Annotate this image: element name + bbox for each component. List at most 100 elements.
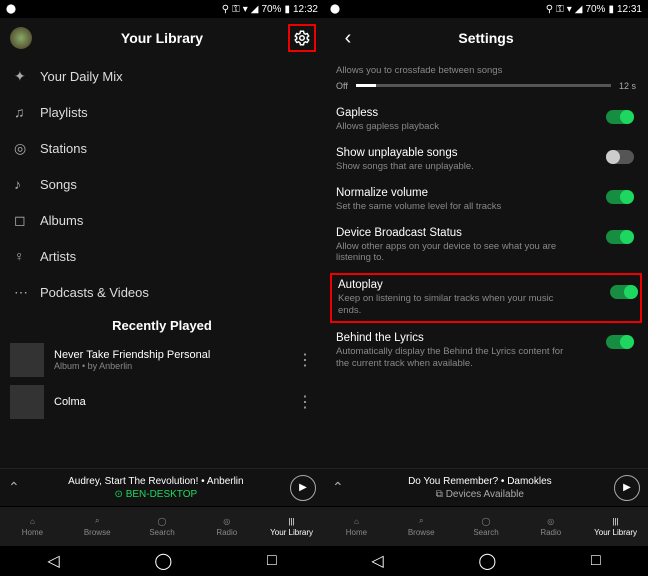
now-playing-bar[interactable]: ⌃ Audrey, Start The Revolution! • Anberl… [0,468,324,506]
android-nav: ◁ ◯ □ [0,546,324,576]
setting-label: Normalize volume [336,187,636,199]
back-icon[interactable]: ◁ [47,551,59,571]
home-icon[interactable]: ◯ [478,551,496,571]
library-item-5[interactable]: ♀Artists [0,238,324,274]
menu-icon: ◎ [14,140,40,157]
back-icon[interactable]: ◁ [371,551,383,571]
recent-sub: Album • by Anberlin [54,361,210,371]
recents-icon[interactable]: □ [267,552,277,570]
menu-label: Stations [40,141,87,156]
menu-label: Your Daily Mix [40,69,123,84]
more-icon[interactable]: ⋮ [297,392,314,412]
tab-label: Browse [84,528,111,537]
toggle[interactable] [606,335,634,349]
tab-label: Your Library [594,528,637,537]
gear-icon [293,29,311,47]
back-button[interactable]: ‹ [334,24,362,52]
spotify-icon [330,4,340,14]
toggle[interactable] [610,285,638,299]
tab-radio[interactable]: ◎Radio [194,507,259,546]
tab-icon: ◎ [547,517,554,526]
library-item-1[interactable]: ♫Playlists [0,94,324,130]
toggle[interactable] [606,190,634,204]
page-title: Settings [324,30,648,46]
play-button[interactable]: ▶ [290,475,316,501]
battery-icon: ▮ [284,4,290,15]
tab-icon: ||| [612,517,618,526]
recent-item-1[interactable]: Colma⋮ [0,381,324,423]
setting-desc: Automatically display the Behind the Lyr… [336,346,566,370]
setting-label: Device Broadcast Status [336,227,636,239]
menu-label: Artists [40,249,76,264]
recent-item-0[interactable]: Never Take Friendship PersonalAlbum • by… [0,339,324,381]
library-item-0[interactable]: ✦Your Daily Mix [0,58,324,94]
menu-icon: ♪ [14,176,40,192]
setting-label: Gapless [336,107,636,119]
recents-icon[interactable]: □ [591,552,601,570]
setting-gapless: Gapless Allows gapless playback [336,100,636,140]
tab-home[interactable]: ⌂Home [0,507,65,546]
tab-label: Home [22,528,43,537]
tab-search[interactable]: ◯ Search [130,507,195,546]
clock: 12:32 [293,4,318,15]
toggle[interactable] [606,110,634,124]
status-bar: ⚲ ⚿ ▾ ◢ 70% ▮ 12:32 [0,0,324,18]
tab-label: Search [149,528,174,537]
library-menu: ✦Your Daily Mix♫Playlists◎Stations♪Songs… [0,58,324,468]
now-playing-bar[interactable]: ⌃ Do You Remember? • Damokles ⧉ Devices … [324,468,648,506]
settings-list: Allows you to crossfade between songs Of… [324,58,648,468]
tab-home[interactable]: ⌂ Home [324,507,389,546]
bluetooth-icon: ⚲ [546,4,553,15]
tab-your-library[interactable]: |||Your Library [259,507,324,546]
bottom-tabs: ⌂ Home ⌕Browse ◯ Search ◎Radio ||| Your Library [324,506,648,546]
chevron-up-icon[interactable]: ⌃ [332,479,344,496]
menu-icon: ♀ [14,248,40,264]
key-icon: ⚿ [232,4,240,15]
library-header: Your Library [0,18,324,58]
setting-device-broadcast-status: Device Broadcast Status Allow other apps… [336,220,636,272]
wifi-icon: ▾ [243,4,248,15]
tab-search[interactable]: ◯ Search [454,507,519,546]
crossfade-slider[interactable]: Off 12 s [336,77,636,93]
tab-your-library[interactable]: ||| Your Library [583,507,648,546]
bottom-tabs: ⌂Home⌕Browse ◯ Search ◎Radio|||Your Library [0,506,324,546]
now-track: Audrey, Start The Revolution! • Anberlin [30,475,282,488]
setting-show-unplayable-songs: Show unplayable songs Show songs that ar… [336,140,636,180]
play-button[interactable]: ▶ [614,475,640,501]
tab-icon: ⌂ [354,517,359,526]
menu-label: Albums [40,213,83,228]
library-item-3[interactable]: ♪Songs [0,166,324,202]
library-item-6[interactable]: ⋯Podcasts & Videos [0,274,324,310]
android-nav: ◁ ◯ □ [324,546,648,576]
settings-header: ‹ Settings [324,18,648,58]
tab-label: Search [473,528,498,537]
menu-icon: ♫ [14,104,40,120]
more-icon[interactable]: ⋮ [297,350,314,370]
signal-icon: ◢ [251,4,259,15]
library-item-2[interactable]: ◎Stations [0,130,324,166]
avatar[interactable] [10,27,32,49]
toggle[interactable] [606,150,634,164]
recent-title: Never Take Friendship Personal [54,349,210,361]
tab-icon: ◯ [158,517,167,526]
settings-gear-button[interactable] [288,24,316,52]
key-icon: ⚿ [556,4,564,15]
setting-desc: Show songs that are unplayable. [336,161,566,173]
tab-radio[interactable]: ◎Radio [518,507,583,546]
setting-desc: Set the same volume level for all tracks [336,201,566,213]
tab-browse[interactable]: ⌕Browse [65,507,130,546]
signal-icon: ◢ [575,4,583,15]
menu-label: Podcasts & Videos [40,285,149,300]
setting-autoplay: Autoplay Keep on listening to similar tr… [330,273,642,323]
tab-icon: ◯ [482,517,491,526]
chevron-up-icon[interactable]: ⌃ [8,479,20,496]
clock: 12:31 [617,4,642,15]
tab-browse[interactable]: ⌕Browse [389,507,454,546]
home-icon[interactable]: ◯ [154,551,172,571]
toggle[interactable] [606,230,634,244]
now-track: Do You Remember? • Damokles [354,475,606,488]
tab-icon: ⌕ [419,516,423,526]
library-item-4[interactable]: ◻Albums [0,202,324,238]
battery-icon: ▮ [608,4,614,15]
tab-label: Home [346,528,367,537]
